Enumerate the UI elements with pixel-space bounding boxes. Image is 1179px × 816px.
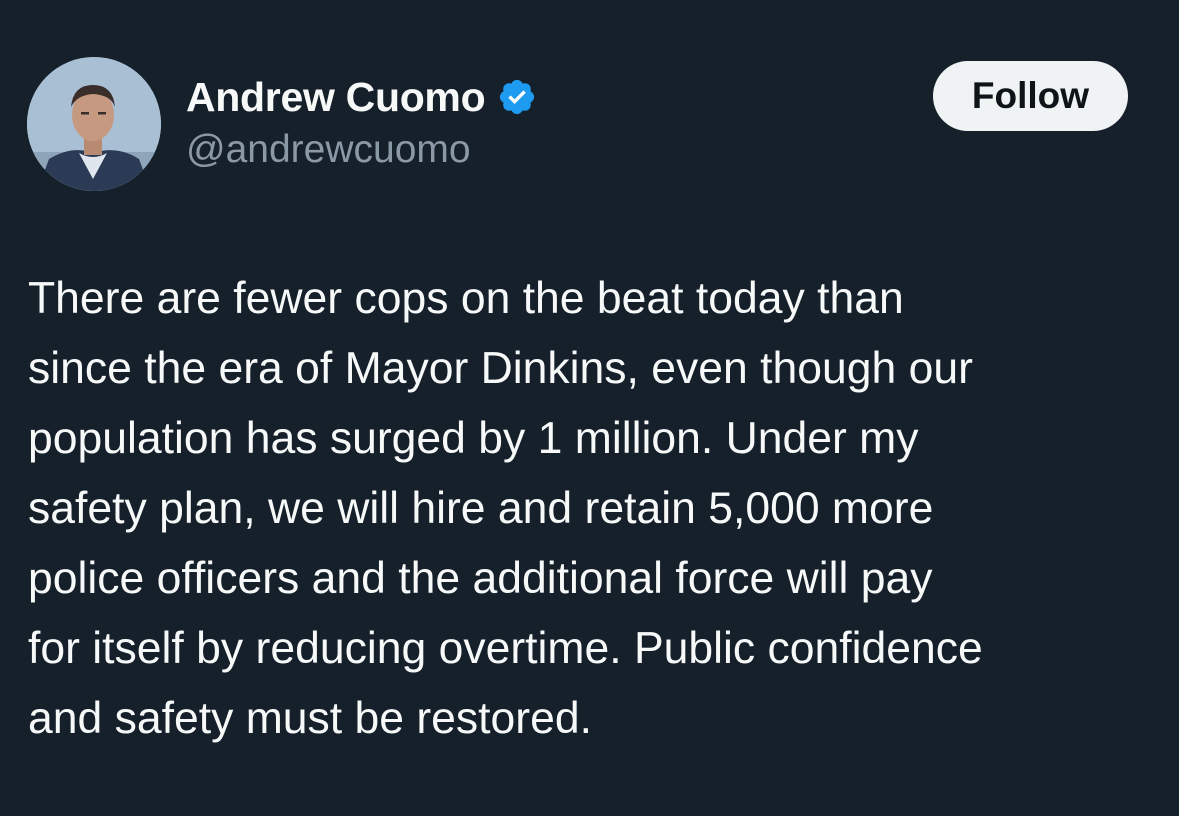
tweet-text-line: safety plan, we will hire and retain 5,0… [28, 484, 934, 533]
author-handle[interactable]: @andrewcuomo [186, 128, 537, 172]
avatar-photo [27, 57, 161, 191]
author-block: Andrew Cuomo @andrewcuomo [186, 72, 537, 172]
tweet-card: Andrew Cuomo @andrewcuomo Follow There a… [0, 0, 1179, 816]
author-avatar[interactable] [27, 57, 161, 191]
tweet-text-line: There are fewer cops on the beat today t… [28, 274, 904, 323]
author-display-name[interactable]: Andrew Cuomo [186, 74, 486, 121]
verified-badge-icon [497, 77, 537, 117]
tweet-text-line: since the era of Mayor Dinkins, even tho… [28, 344, 973, 393]
tweet-text-line: police officers and the additional force… [28, 554, 933, 603]
follow-button[interactable]: Follow [933, 61, 1128, 131]
tweet-text-line: and safety must be restored. [28, 694, 592, 743]
tweet-text: There are fewer cops on the beat today t… [28, 264, 1158, 754]
tweet-text-line: for itself by reducing overtime. Public … [28, 624, 983, 673]
tweet-text-line: population has surged by 1 million. Unde… [28, 414, 919, 463]
name-row: Andrew Cuomo [186, 72, 537, 122]
